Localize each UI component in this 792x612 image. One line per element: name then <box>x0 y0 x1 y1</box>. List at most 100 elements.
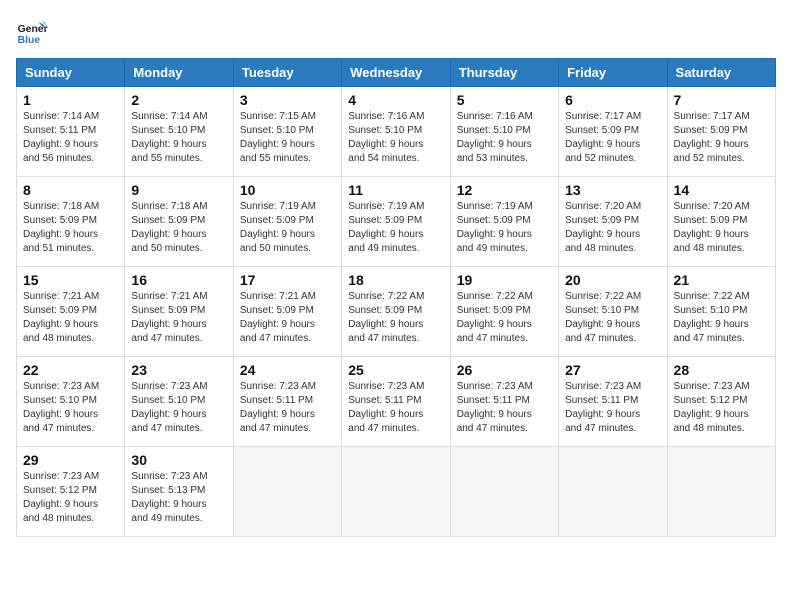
day-info: Sunrise: 7:18 AM Sunset: 5:09 PM Dayligh… <box>131 200 226 256</box>
calendar-cell: 18 Sunrise: 7:22 AM Sunset: 5:09 PM Dayli… <box>342 267 450 357</box>
day-info: Sunrise: 7:23 AM Sunset: 5:10 PM Dayligh… <box>23 380 118 436</box>
calendar-cell: 6 Sunrise: 7:17 AM Sunset: 5:09 PM Daylig… <box>559 87 667 177</box>
calendar-week-3: 15Sunrise: 7:21 AM Sunset: 5:09 PM Dayli… <box>17 267 776 357</box>
calendar-cell: 25 Sunrise: 7:23 AM Sunset: 5:11 PM Dayli… <box>342 357 450 447</box>
day-number: 8 <box>23 182 118 198</box>
day-number: 29 <box>23 452 118 468</box>
calendar-body: 1 Sunrise: 7:14 AM Sunset: 5:11 PM Daylig… <box>17 87 776 537</box>
calendar-cell: 30 Sunrise: 7:23 AM Sunset: 5:13 PM Dayli… <box>125 447 233 537</box>
day-number: 13 <box>565 182 660 198</box>
calendar-cell: 17Sunrise: 7:21 AM Sunset: 5:09 PM Dayli… <box>233 267 341 357</box>
weekday-header-row: SundayMondayTuesdayWednesdayThursdayFrid… <box>17 59 776 87</box>
day-info: Sunrise: 7:16 AM Sunset: 5:10 PM Dayligh… <box>348 110 443 166</box>
day-number: 16 <box>131 272 226 288</box>
day-info: Sunrise: 7:19 AM Sunset: 5:09 PM Dayligh… <box>457 200 552 256</box>
day-info: Sunrise: 7:23 AM Sunset: 5:11 PM Dayligh… <box>240 380 335 436</box>
calendar-cell: 14 Sunrise: 7:20 AM Sunset: 5:09 PM Dayli… <box>667 177 775 267</box>
calendar-cell: 16 Sunrise: 7:21 AM Sunset: 5:09 PM Dayli… <box>125 267 233 357</box>
calendar-cell: 13 Sunrise: 7:20 AM Sunset: 5:09 PM Dayli… <box>559 177 667 267</box>
day-info: Sunrise: 7:14 AM Sunset: 5:10 PM Dayligh… <box>131 110 226 166</box>
calendar-cell: 10Sunrise: 7:19 AM Sunset: 5:09 PM Dayli… <box>233 177 341 267</box>
day-info: Sunrise: 7:18 AM Sunset: 5:09 PM Dayligh… <box>23 200 118 256</box>
day-number: 30 <box>131 452 226 468</box>
weekday-header-sunday: Sunday <box>17 59 125 87</box>
day-number: 9 <box>131 182 226 198</box>
day-number: 11 <box>348 182 443 198</box>
calendar-week-5: 29 Sunrise: 7:23 AM Sunset: 5:12 PM Dayli… <box>17 447 776 537</box>
day-info: Sunrise: 7:16 AM Sunset: 5:10 PM Dayligh… <box>457 110 552 166</box>
calendar-cell <box>559 447 667 537</box>
day-number: 25 <box>348 362 443 378</box>
day-info: Sunrise: 7:15 AM Sunset: 5:10 PM Dayligh… <box>240 110 335 166</box>
calendar-cell: 1 Sunrise: 7:14 AM Sunset: 5:11 PM Daylig… <box>17 87 125 177</box>
day-info: Sunrise: 7:23 AM Sunset: 5:11 PM Dayligh… <box>457 380 552 436</box>
day-number: 26 <box>457 362 552 378</box>
day-info: Sunrise: 7:14 AM Sunset: 5:11 PM Dayligh… <box>23 110 118 166</box>
calendar-cell: 4 Sunrise: 7:16 AM Sunset: 5:10 PM Daylig… <box>342 87 450 177</box>
weekday-header-thursday: Thursday <box>450 59 558 87</box>
calendar-cell: 7 Sunrise: 7:17 AM Sunset: 5:09 PM Daylig… <box>667 87 775 177</box>
day-info: Sunrise: 7:17 AM Sunset: 5:09 PM Dayligh… <box>565 110 660 166</box>
day-info: Sunrise: 7:19 AM Sunset: 5:09 PM Dayligh… <box>348 200 443 256</box>
day-info: Sunrise: 7:23 AM Sunset: 5:13 PM Dayligh… <box>131 470 226 526</box>
day-number: 6 <box>565 92 660 108</box>
calendar-cell: 19Sunrise: 7:22 AM Sunset: 5:09 PM Dayli… <box>450 267 558 357</box>
logo: General Blue <box>16 16 48 48</box>
day-number: 14 <box>674 182 769 198</box>
day-info: Sunrise: 7:20 AM Sunset: 5:09 PM Dayligh… <box>674 200 769 256</box>
calendar-cell: 22 Sunrise: 7:23 AM Sunset: 5:10 PM Dayli… <box>17 357 125 447</box>
page-header: General Blue <box>16 16 776 48</box>
day-number: 21 <box>674 272 769 288</box>
calendar-cell: 5Sunrise: 7:16 AM Sunset: 5:10 PM Daylig… <box>450 87 558 177</box>
day-number: 7 <box>674 92 769 108</box>
calendar-week-2: 8 Sunrise: 7:18 AM Sunset: 5:09 PM Daylig… <box>17 177 776 267</box>
day-number: 4 <box>348 92 443 108</box>
calendar-week-4: 22 Sunrise: 7:23 AM Sunset: 5:10 PM Dayli… <box>17 357 776 447</box>
svg-text:Blue: Blue <box>18 35 41 46</box>
day-info: Sunrise: 7:21 AM Sunset: 5:09 PM Dayligh… <box>131 290 226 346</box>
logo-icon: General Blue <box>16 16 48 48</box>
day-info: Sunrise: 7:17 AM Sunset: 5:09 PM Dayligh… <box>674 110 769 166</box>
day-number: 24 <box>240 362 335 378</box>
day-number: 3 <box>240 92 335 108</box>
day-number: 10 <box>240 182 335 198</box>
day-info: Sunrise: 7:23 AM Sunset: 5:11 PM Dayligh… <box>348 380 443 436</box>
calendar-week-1: 1 Sunrise: 7:14 AM Sunset: 5:11 PM Daylig… <box>17 87 776 177</box>
calendar-cell <box>342 447 450 537</box>
calendar-cell: 27Sunrise: 7:23 AM Sunset: 5:11 PM Dayli… <box>559 357 667 447</box>
day-number: 18 <box>348 272 443 288</box>
weekday-header-monday: Monday <box>125 59 233 87</box>
calendar-cell: 24 Sunrise: 7:23 AM Sunset: 5:11 PM Dayli… <box>233 357 341 447</box>
calendar-cell: 3 Sunrise: 7:15 AM Sunset: 5:10 PM Daylig… <box>233 87 341 177</box>
day-number: 22 <box>23 362 118 378</box>
weekday-header-tuesday: Tuesday <box>233 59 341 87</box>
calendar-cell: 26 Sunrise: 7:23 AM Sunset: 5:11 PM Dayli… <box>450 357 558 447</box>
day-number: 23 <box>131 362 226 378</box>
day-info: Sunrise: 7:22 AM Sunset: 5:09 PM Dayligh… <box>348 290 443 346</box>
calendar-cell: 2 Sunrise: 7:14 AM Sunset: 5:10 PM Daylig… <box>125 87 233 177</box>
calendar-cell: 28 Sunrise: 7:23 AM Sunset: 5:12 PM Dayli… <box>667 357 775 447</box>
calendar-cell: 29 Sunrise: 7:23 AM Sunset: 5:12 PM Dayli… <box>17 447 125 537</box>
day-number: 12 <box>457 182 552 198</box>
calendar-cell: 11 Sunrise: 7:19 AM Sunset: 5:09 PM Dayli… <box>342 177 450 267</box>
day-info: Sunrise: 7:23 AM Sunset: 5:10 PM Dayligh… <box>131 380 226 436</box>
calendar-cell <box>450 447 558 537</box>
day-info: Sunrise: 7:22 AM Sunset: 5:09 PM Dayligh… <box>457 290 552 346</box>
calendar-table: SundayMondayTuesdayWednesdayThursdayFrid… <box>16 58 776 537</box>
day-number: 27 <box>565 362 660 378</box>
calendar-cell <box>233 447 341 537</box>
day-number: 2 <box>131 92 226 108</box>
day-number: 1 <box>23 92 118 108</box>
weekday-header-friday: Friday <box>559 59 667 87</box>
day-number: 20 <box>565 272 660 288</box>
day-number: 28 <box>674 362 769 378</box>
calendar-cell: 15Sunrise: 7:21 AM Sunset: 5:09 PM Dayli… <box>17 267 125 357</box>
day-info: Sunrise: 7:20 AM Sunset: 5:09 PM Dayligh… <box>565 200 660 256</box>
day-info: Sunrise: 7:23 AM Sunset: 5:12 PM Dayligh… <box>23 470 118 526</box>
calendar-cell: 12 Sunrise: 7:19 AM Sunset: 5:09 PM Dayli… <box>450 177 558 267</box>
day-info: Sunrise: 7:22 AM Sunset: 5:10 PM Dayligh… <box>565 290 660 346</box>
day-info: Sunrise: 7:21 AM Sunset: 5:09 PM Dayligh… <box>23 290 118 346</box>
day-info: Sunrise: 7:23 AM Sunset: 5:12 PM Dayligh… <box>674 380 769 436</box>
calendar-cell: 23 Sunrise: 7:23 AM Sunset: 5:10 PM Dayli… <box>125 357 233 447</box>
calendar-cell <box>667 447 775 537</box>
